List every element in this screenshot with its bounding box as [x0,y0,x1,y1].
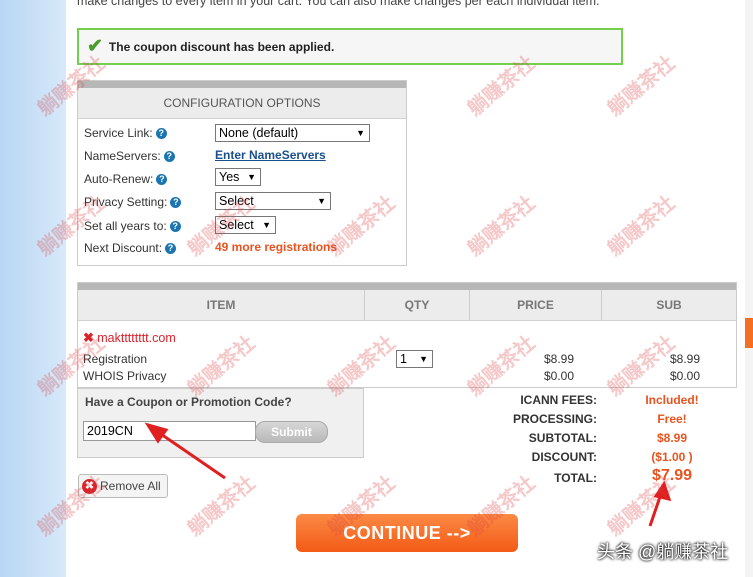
processing-value: Free! [657,412,687,426]
item-name-whois: WHOIS Privacy [83,369,167,383]
privacy-setting-select[interactable]: Select ▼ [215,192,331,210]
subtotal-value: $8.99 [656,431,688,445]
sub-whois: $0.00 [670,369,701,383]
success-message: The coupon discount has been applied. [108,39,335,54]
subtotal-label: SUBTOTAL: [528,431,597,445]
checkmark-icon: ✔ [87,36,103,57]
dropdown-arrow-icon: ▼ [247,172,256,182]
column-header-qty: QTY [365,290,470,321]
configuration-title: CONFIGURATION OPTIONS [78,88,406,119]
privacy-setting-label: Privacy Setting:? [84,195,182,209]
intro-text: make changes to every item in your cart.… [77,0,600,8]
panel-topbar [78,81,406,88]
icann-fees-label: ICANN FEES: [520,393,597,407]
service-link-label: Service Link:? [84,126,167,140]
icann-fees-value: Included! [645,393,699,407]
dropdown-arrow-icon: ▼ [356,128,365,138]
arrow-head-total [653,480,672,502]
set-years-select[interactable]: Select ▼ [215,216,276,234]
continue-button[interactable]: CONTINUE --> [296,514,518,552]
help-icon[interactable]: ? [155,128,167,139]
success-alert: ✔ The coupon discount has been applied. [77,28,623,65]
remove-all-label: Remove All [100,479,161,493]
side-tab[interactable] [745,318,753,348]
discount-value: ($1.00 ) [651,450,693,464]
help-icon[interactable]: ? [156,174,168,185]
help-icon[interactable]: ? [169,221,181,232]
nameservers-label: NameServers:? [84,149,175,163]
enter-nameservers-link[interactable]: Enter NameServers [215,148,326,162]
watermark: 躺赚茶社 [183,472,260,541]
source-credit: 头条 @躺赚茶社 [597,542,729,562]
watermark: 躺赚茶社 [603,192,680,261]
table-header: ITEM QTY PRICE SUB [78,290,736,321]
processing-label: PROCESSING: [512,412,597,426]
set-years-label: Set all years to:? [84,219,181,233]
discount-label: DISCOUNT: [531,450,597,464]
auto-renew-label: Auto-Renew:? [84,172,168,186]
help-icon[interactable]: ? [163,151,175,162]
total-label: TOTAL: [554,471,597,485]
column-header-item: ITEM [78,290,365,321]
remove-all-button[interactable]: ✖ Remove All [78,474,168,498]
coupon-panel: Have a Coupon or Promotion Code? 2019CN … [77,388,364,458]
quantity-select[interactable]: 1 ▼ [396,350,433,368]
dropdown-arrow-icon: ▼ [262,220,271,230]
coupon-code-input[interactable]: 2019CN [83,421,256,441]
help-icon[interactable]: ? [170,197,182,208]
service-link-select[interactable]: None (default) ▼ [215,124,370,142]
watermark: 躺赚茶社 [463,192,540,261]
price-registration: $8.99 [544,352,575,366]
coupon-submit-button[interactable]: Submit [255,421,328,443]
auto-renew-select[interactable]: Yes ▼ [215,168,261,186]
column-header-sub: SUB [656,298,682,312]
dropdown-arrow-icon: ▼ [419,354,428,364]
item-name-registration: Registration [83,352,148,366]
domain-line: ✖ maktttttttt.com [83,330,176,346]
help-icon[interactable]: ? [165,243,177,254]
coupon-title: Have a Coupon or Promotion Code? [85,395,292,409]
next-discount-value: 49 more registrations [215,240,338,254]
scrollbar[interactable] [745,0,753,577]
left-background-rail [0,0,66,577]
remove-item-icon[interactable]: ✖ [83,330,94,345]
table-topbar [78,283,736,290]
dropdown-arrow-icon: ▼ [317,196,326,206]
total-value: $7.99 [651,467,693,484]
configuration-options-panel: CONFIGURATION OPTIONS Service Link:? Non… [77,80,407,266]
arrow-to-total [648,490,664,527]
price-whois: $0.00 [544,369,575,383]
remove-icon: ✖ [82,478,97,494]
domain-name: maktttttttt.com [97,331,176,345]
next-discount-label: Next Discount:? [84,241,177,255]
sub-registration: $8.99 [670,352,701,366]
column-header-price: PRICE [470,290,602,321]
cart-table: ITEM QTY PRICE SUB ✖ maktttttttt.com Reg… [77,282,737,388]
